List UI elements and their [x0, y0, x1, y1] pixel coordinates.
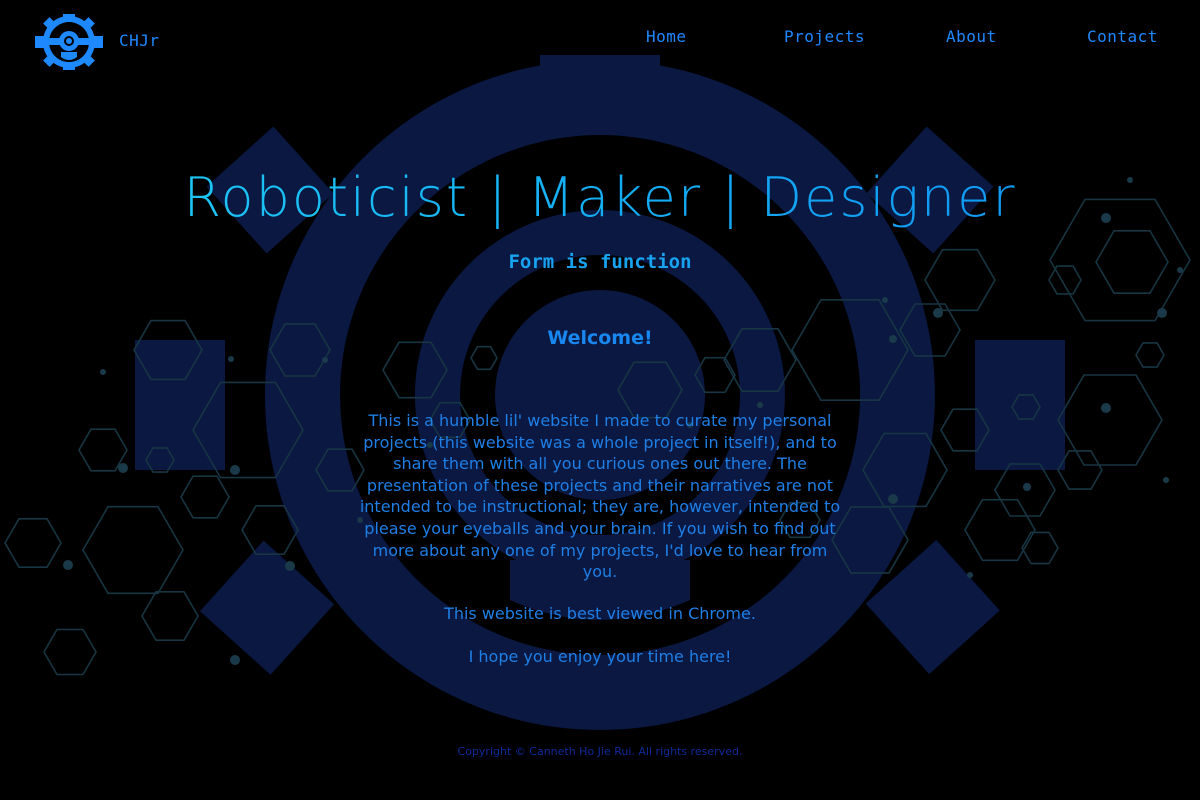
network-node [757, 402, 763, 408]
network-node [285, 561, 295, 571]
nav-contact-link[interactable]: Contact [1087, 27, 1158, 46]
network-node [322, 357, 328, 363]
network-node [230, 465, 240, 475]
closing-note: I hope you enjoy your time here! [468, 647, 732, 666]
network-node [118, 463, 128, 473]
hero-tagline: Form is function [508, 251, 692, 273]
network-node [100, 369, 106, 375]
intro-paragraph: This is a humble lil' website I made to … [359, 411, 841, 582]
site-header: CHJr Home Projects About Contact [0, 0, 1200, 80]
hexagon-shape [470, 345, 498, 371]
background-graphic [4, 55, 1191, 731]
network-node [63, 560, 73, 570]
robot-gear-icon[interactable] [35, 14, 103, 70]
hero-title: Roboticist | Maker | Designer [0, 166, 1200, 229]
network-node [882, 297, 888, 303]
network-node [1163, 477, 1169, 483]
hexagon-shape [180, 475, 230, 519]
network-node [888, 494, 898, 504]
network-node [933, 308, 943, 318]
network-node [1157, 308, 1167, 318]
hexagon-shape [1021, 531, 1059, 565]
brand-name[interactable]: CHJr [119, 31, 160, 50]
network-node [967, 572, 973, 578]
nav-projects-link[interactable]: Projects [784, 27, 865, 46]
nav-home-link[interactable]: Home [646, 27, 687, 46]
hexagon-shape [82, 505, 184, 595]
hexagon-shape [4, 517, 62, 569]
network-node [1023, 483, 1031, 491]
background-gear-icon [135, 55, 1065, 731]
browser-note: This website is best viewed in Chrome. [444, 604, 756, 623]
footer-copyright: Copyright © Canneth Ho Jie Rui. All righ… [457, 745, 743, 758]
network-node [1101, 403, 1111, 413]
nav-about-link[interactable]: About [946, 27, 997, 46]
welcome-heading: Welcome! [547, 327, 653, 349]
network-node [228, 356, 234, 362]
